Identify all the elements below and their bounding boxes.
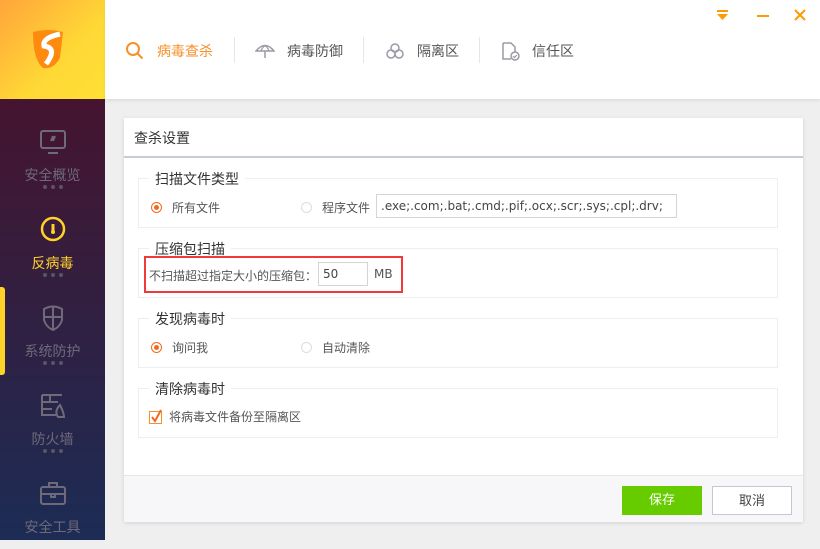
radio-all-files[interactable]: 所有文件 (151, 199, 220, 216)
firewall-icon (41, 394, 66, 418)
radio-button[interactable] (301, 202, 312, 213)
group-legend: 清除病毒时 (149, 379, 231, 399)
radio-label: 询问我 (172, 341, 209, 355)
scan-file-type-group: 扫描文件类型 所有文件 程序文件 .exe;.com;.bat;.cmd;.pi… (138, 169, 778, 228)
sidebar-item-overview[interactable]: 安全概览 (0, 109, 105, 197)
archive-size-input[interactable]: 50 (318, 262, 368, 286)
toolbox-icon (40, 482, 66, 505)
tab-divider (363, 37, 364, 63)
archive-size-label: 不扫描超过指定大小的压缩包： (149, 269, 318, 283)
shield-icon (43, 305, 63, 332)
radio-ask-me[interactable]: 询问我 (151, 339, 208, 356)
checkbox-label: 将病毒文件备份至隔离区 (169, 410, 302, 424)
biohazard-icon (386, 43, 404, 59)
tab-virus-defense[interactable]: 病毒防御 (255, 38, 343, 64)
sidebar-item-label: 安全概览 (24, 168, 81, 184)
scan-settings-panel: 查杀设置 扫描文件类型 所有文件 程序文件 .exe;.com;.bat;.cm… (124, 118, 803, 522)
radio-label: 程序文件 (322, 201, 371, 215)
on-virus-found-group: 发现病毒时 询问我 自动清除 (138, 309, 778, 368)
panel-title: 查杀设置 (134, 131, 190, 147)
separator-dots (43, 273, 63, 277)
extensions-input[interactable]: .exe;.com;.bat;.cmd;.pif;.ocx;.scr;.sys;… (376, 194, 677, 218)
monitor-icon (40, 130, 66, 154)
group-legend: 发现病毒时 (149, 309, 231, 329)
top-bar: 病毒查杀 病毒防御 隔离区 信任区 (105, 0, 820, 99)
dropdown-menu-icon (717, 10, 728, 20)
backup-checkbox[interactable]: 将病毒文件备份至隔离区 (149, 408, 301, 425)
separator-dots (43, 361, 63, 365)
tab-divider (479, 37, 480, 63)
radio-label: 所有文件 (172, 201, 221, 215)
save-button[interactable]: 保存 (622, 486, 702, 515)
sidebar-item-system-protection[interactable]: 系统防护 (0, 285, 105, 373)
sidebar-item-label: 系统防护 (24, 344, 81, 360)
close-icon (794, 9, 806, 21)
on-virus-clean-group: 清除病毒时 将病毒文件备份至隔离区 (138, 379, 778, 438)
panel-footer: 保存 取消 (124, 475, 803, 522)
archive-scan-group: 压缩包扫描 不扫描超过指定大小的压缩包： 50 MB (138, 239, 778, 298)
minimize-icon (757, 15, 769, 17)
tab-label: 病毒查杀 (157, 44, 213, 60)
umbrella-icon (255, 44, 275, 58)
radio-button[interactable] (151, 202, 162, 213)
radio-program-files[interactable]: 程序文件 (301, 199, 370, 216)
group-legend: 扫描文件类型 (149, 169, 245, 189)
minimize-button[interactable] (753, 6, 773, 24)
title-divider (124, 156, 803, 158)
sidebar-item-label: 防火墙 (31, 432, 74, 448)
search-icon (126, 42, 144, 60)
radio-auto-clean[interactable]: 自动清除 (301, 339, 370, 356)
radio-button[interactable] (301, 342, 312, 353)
menu-button[interactable] (712, 6, 732, 24)
tab-label: 隔离区 (417, 44, 459, 60)
gauge-icon (40, 216, 66, 242)
radio-label: 自动清除 (322, 341, 371, 355)
sidebar-item-label: 安全工具 (24, 520, 81, 536)
separator-dots (43, 185, 63, 189)
cancel-button[interactable]: 取消 (712, 486, 792, 515)
checkbox-checked-icon[interactable] (149, 409, 163, 425)
unit-label: MB (374, 267, 393, 281)
tab-quarantine[interactable]: 隔离区 (385, 38, 459, 64)
radio-button[interactable] (151, 342, 162, 353)
tab-label: 病毒防御 (287, 44, 343, 60)
close-button[interactable] (790, 6, 810, 24)
sidebar-item-firewall[interactable]: 防火墙 (0, 373, 105, 461)
separator-dots (43, 449, 63, 453)
tab-virus-scan[interactable]: 病毒查杀 (125, 38, 213, 64)
tab-divider (234, 37, 235, 63)
app-logo (0, 0, 105, 99)
logo-icon (33, 30, 63, 69)
tab-trusted-zone[interactable]: 信任区 (500, 38, 574, 64)
sidebar: 安全概览 反病毒 系统防护 防火墙 安全工具 (0, 99, 105, 540)
sidebar-item-antivirus[interactable]: 反病毒 (0, 197, 105, 285)
sidebar-item-security-tools[interactable]: 安全工具 (0, 461, 105, 549)
trusted-file-icon (502, 42, 520, 61)
tab-label: 信任区 (532, 44, 574, 60)
sidebar-item-label: 反病毒 (31, 256, 74, 272)
